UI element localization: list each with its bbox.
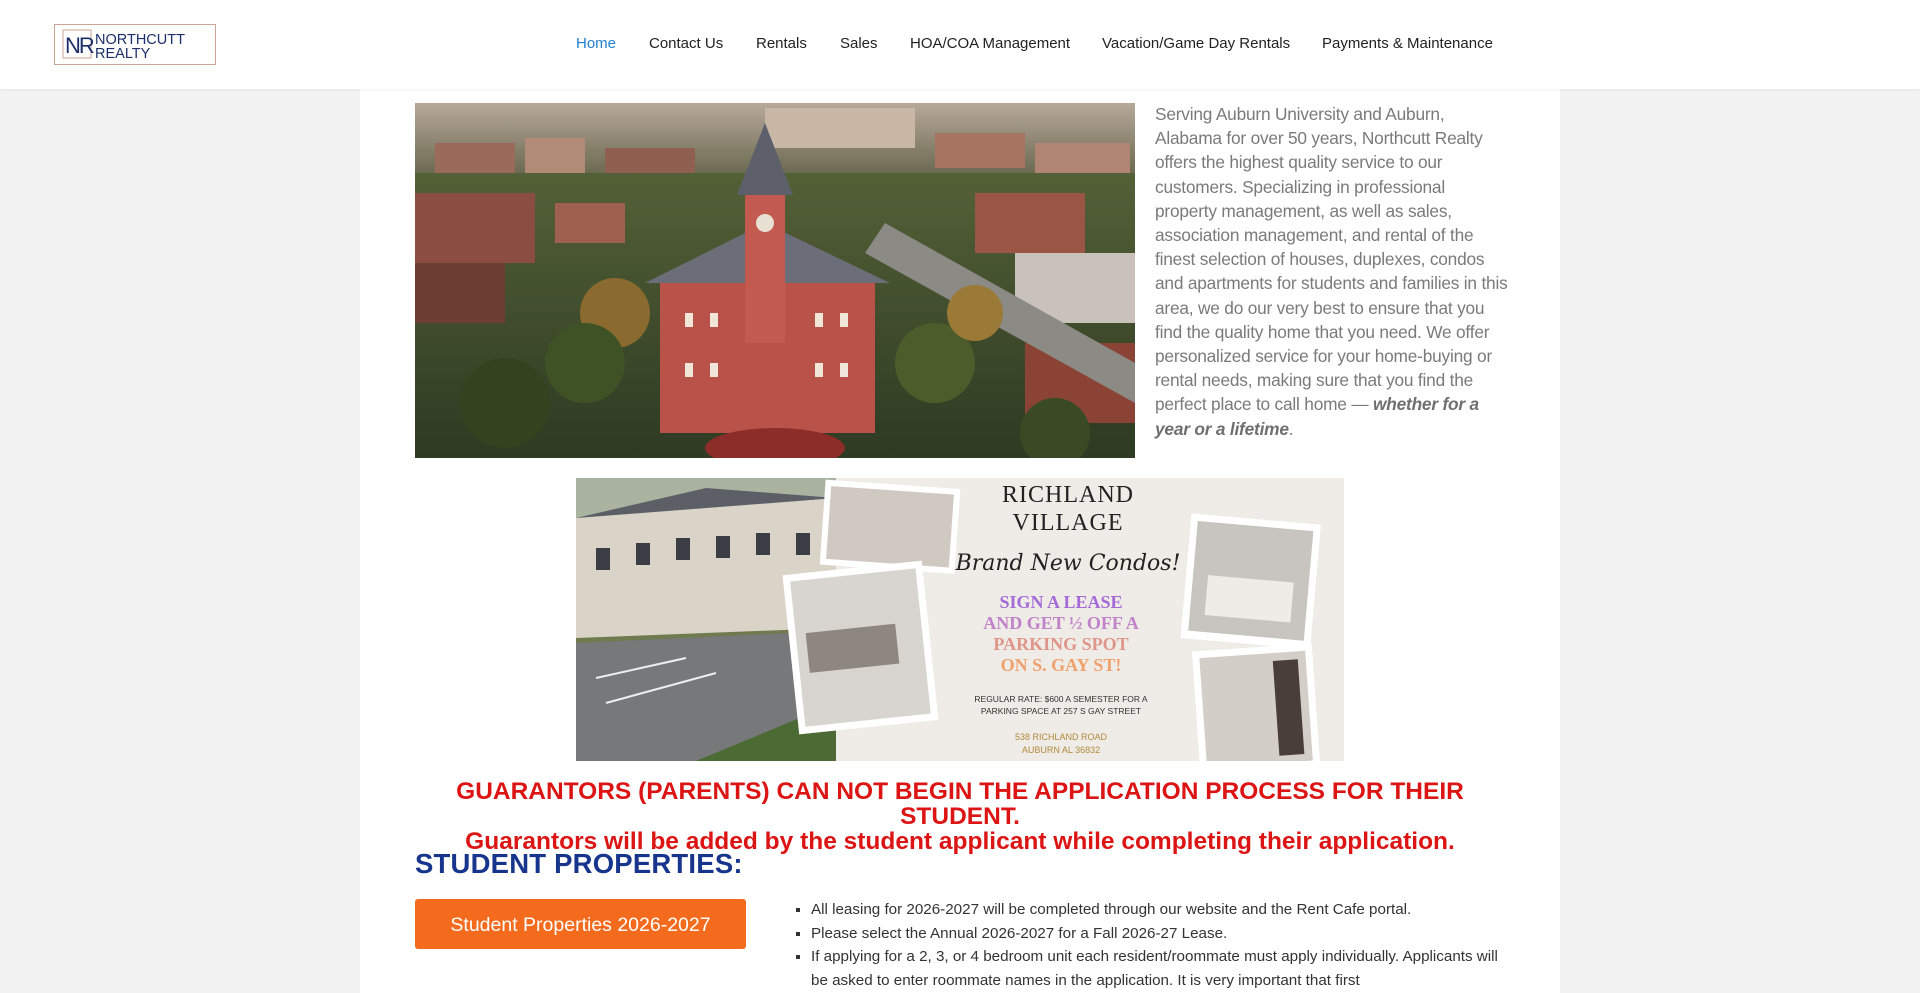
nav-contact-us[interactable]: Contact Us — [649, 35, 723, 53]
nav-home[interactable]: Home — [576, 35, 616, 53]
nav-vacation-game-day-rentals[interactable]: Vacation/Game Day Rentals — [1102, 35, 1290, 53]
svg-text:REGULAR RATE: $600 A SEMESTER: REGULAR RATE: $600 A SEMESTER FOR A — [974, 694, 1148, 704]
svg-text:Brand New Condos!: Brand New Condos! — [955, 551, 1181, 576]
list-item: Please select the Annual 2026-2027 for a… — [811, 922, 1510, 946]
svg-text:RICHLAND: RICHLAND — [1002, 482, 1134, 508]
svg-text:AND GET ½ OFF A: AND GET ½ OFF A — [983, 613, 1139, 633]
intro-end: . — [1288, 418, 1294, 439]
svg-text:SIGN A LEASE: SIGN A LEASE — [999, 592, 1122, 612]
nav-rentals[interactable]: Rentals — [756, 35, 807, 53]
student-properties-heading: STUDENT PROPERTIES: — [415, 848, 743, 879]
nav-hoa-coa-management[interactable]: HOA/COA Management — [910, 35, 1070, 53]
richland-village-promo-banner[interactable]: RICHLAND VILLAGE Brand New Condos! SIGN … — [576, 478, 1344, 761]
nav-payments-maintenance[interactable]: Payments & Maintenance — [1322, 35, 1493, 53]
student-leasing-info-list: All leasing for 2026-2027 will be comple… — [790, 898, 1510, 992]
svg-text:VILLAGE: VILLAGE — [1013, 510, 1124, 536]
svg-text:PARKING SPACE AT 257 S GAY STR: PARKING SPACE AT 257 S GAY STREET — [981, 706, 1141, 716]
site-header: NR NORTHCUTT REALTY Home Contact Us Rent… — [0, 0, 1920, 89]
notice-line-1: GUARANTORS (PARENTS) CAN NOT BEGIN THE A… — [456, 778, 1464, 830]
student-properties-2026-2027-button[interactable]: Student Properties 2026-2027 — [415, 899, 746, 949]
main-navigation: Home Contact Us Rentals Sales HOA/COA Ma… — [0, 0, 1920, 89]
campus-aerial-image — [415, 103, 1135, 458]
list-item: If applying for a 2, 3, or 4 bedroom uni… — [811, 945, 1510, 992]
svg-text:538 RICHLAND ROAD: 538 RICHLAND ROAD — [1015, 732, 1108, 742]
nav-sales[interactable]: Sales — [840, 35, 878, 53]
svg-text:AUBURN AL 36832: AUBURN AL 36832 — [1022, 745, 1100, 755]
intro-text: Serving Auburn University and Auburn, Al… — [1155, 104, 1508, 415]
svg-text:PARKING SPOT: PARKING SPOT — [993, 634, 1128, 654]
list-item: All leasing for 2026-2027 will be comple… — [811, 898, 1510, 922]
intro-paragraph: Serving Auburn University and Auburn, Al… — [1155, 102, 1510, 441]
guarantor-notice: GUARANTORS (PARENTS) CAN NOT BEGIN THE A… — [400, 779, 1520, 854]
svg-text:ON S. GAY ST!: ON S. GAY ST! — [1001, 655, 1122, 675]
